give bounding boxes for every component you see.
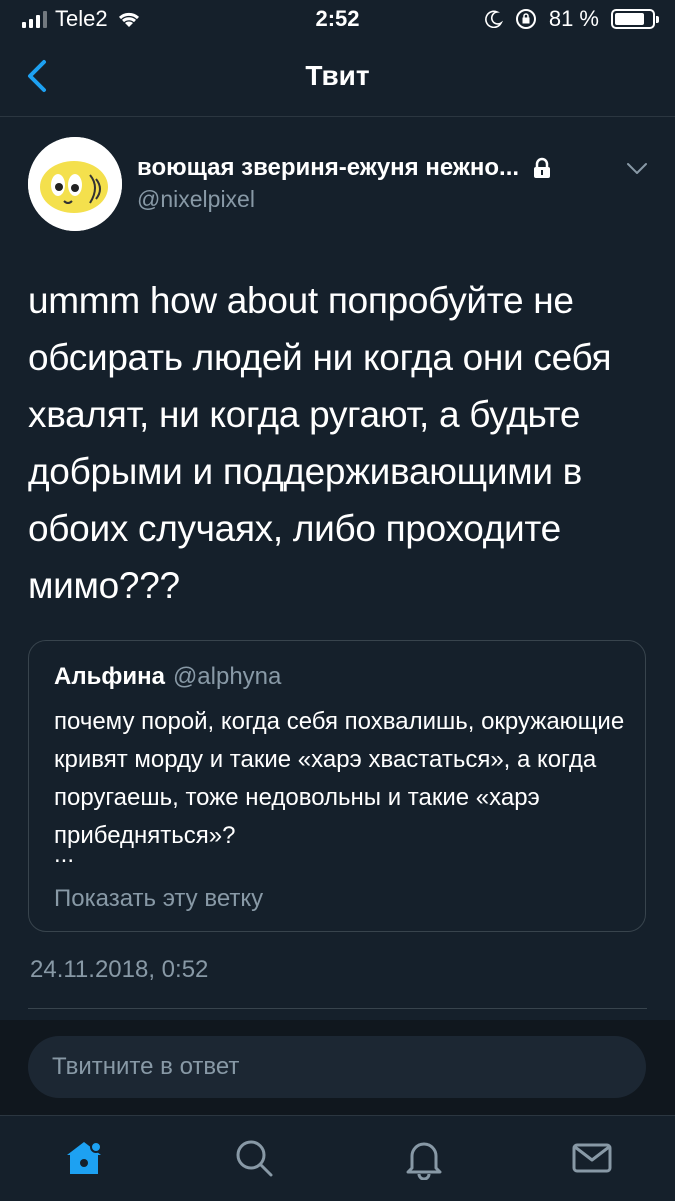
lock-icon <box>534 157 551 178</box>
quoted-author-name: Альфина <box>54 663 165 690</box>
author-name: воющая звериня-ежуня нежно... <box>137 154 520 181</box>
rotation-lock-icon <box>515 9 536 29</box>
chevron-down-icon[interactable] <box>624 158 650 178</box>
tweet-text: ummm how about попробуйте не обсирать лю… <box>28 280 612 606</box>
page-title: Твит <box>305 60 370 91</box>
quoted-tweet-ellipsis: ... <box>54 841 75 868</box>
show-thread-link[interactable]: Показать эту ветку <box>54 885 263 913</box>
author-handle[interactable]: @nixelpixel <box>137 186 255 213</box>
bell-icon[interactable] <box>402 1136 446 1180</box>
reply-input[interactable] <box>28 1036 646 1098</box>
avatar[interactable] <box>28 137 122 231</box>
battery-fill <box>615 13 644 25</box>
quoted-tweet-text: почему порой, когда себя похвалишь, окру… <box>54 708 625 849</box>
quoted-tweet-header: Альфина @alphyna <box>54 663 281 691</box>
reply-area <box>0 1020 675 1115</box>
search-icon[interactable] <box>232 1136 276 1180</box>
battery-icon <box>611 9 659 29</box>
quoted-author-handle: @alphyna <box>172 663 282 690</box>
status-bar: Tele2 2:52 81 % <box>0 0 675 40</box>
tab-bar <box>0 1115 675 1201</box>
quoted-tweet-card[interactable]: Альфина @alphyna почему порой, когда себя… <box>28 640 646 932</box>
status-right: 81 % <box>484 6 659 32</box>
author-name-row[interactable]: воющая звериня-ежуня нежно... <box>137 154 553 182</box>
home-icon[interactable] <box>62 1136 106 1180</box>
avatar-illustration <box>28 137 122 231</box>
moon-icon <box>484 10 503 28</box>
tweet-timestamp: 24.11.2018, 0:52 <box>30 956 209 983</box>
mail-icon[interactable] <box>570 1136 614 1180</box>
nav-bar: Твит <box>0 40 675 117</box>
battery-percent: 81 % <box>548 6 599 31</box>
divider <box>28 1008 647 1009</box>
